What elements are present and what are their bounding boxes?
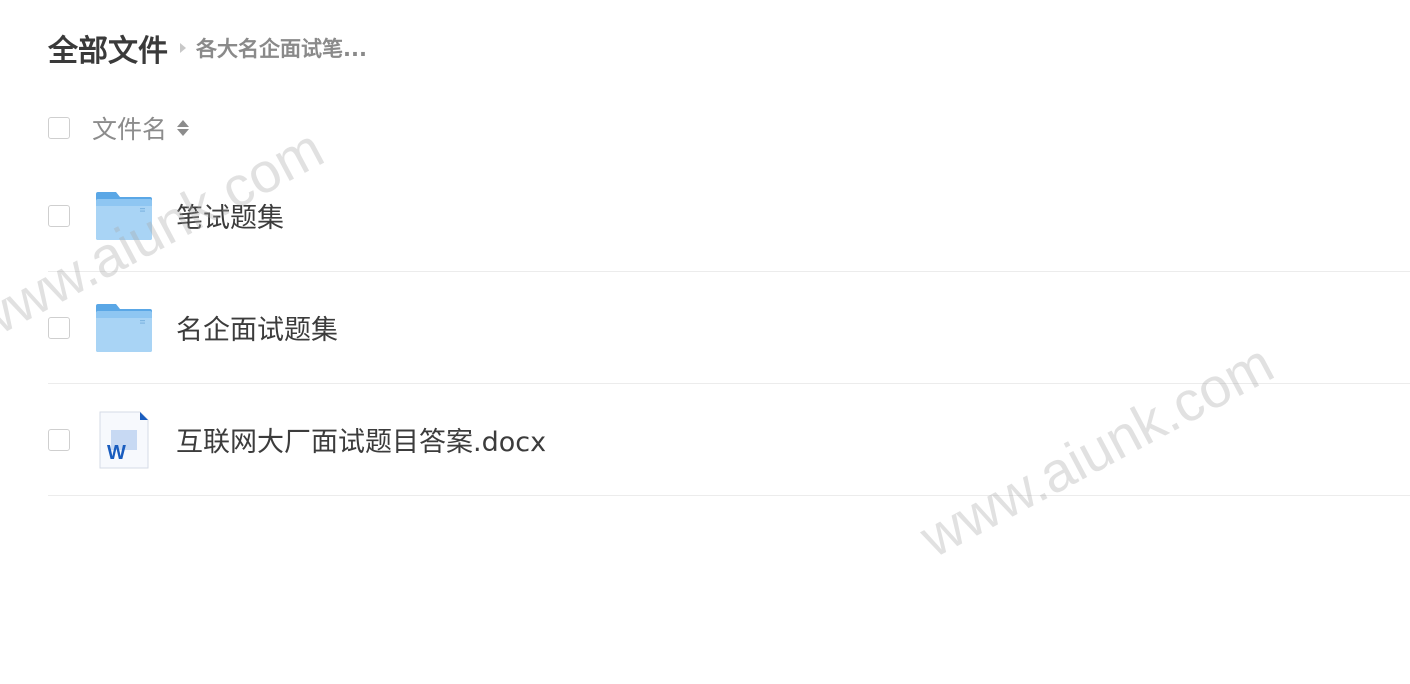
row-checkbox[interactable] bbox=[48, 428, 70, 451]
sort-icon[interactable] bbox=[177, 120, 190, 136]
file-name[interactable]: 名企面试题集 bbox=[176, 308, 338, 347]
breadcrumb-root[interactable]: 全部文件 bbox=[48, 26, 168, 70]
list-header: 文件名 bbox=[48, 108, 190, 148]
select-all-checkbox[interactable] bbox=[48, 117, 70, 139]
word-doc-icon: W bbox=[99, 411, 149, 468]
file-list: 笔试题集 名企面试题集 W 互联网大厂面试题目答案.docx bbox=[48, 160, 1410, 496]
file-name[interactable]: 互联网大厂面试题目答案.docx bbox=[176, 420, 546, 459]
breadcrumb-current: 各大名企面试笔... bbox=[196, 37, 367, 61]
file-row[interactable]: 名企面试题集 bbox=[48, 272, 1410, 384]
row-checkbox[interactable] bbox=[48, 316, 70, 339]
breadcrumb: 全部文件 各大名企面试笔... bbox=[48, 26, 367, 70]
folder-icon bbox=[96, 303, 152, 352]
row-checkbox[interactable] bbox=[48, 204, 70, 227]
file-row[interactable]: 笔试题集 bbox=[48, 160, 1410, 272]
column-header-filename[interactable]: 文件名 bbox=[92, 110, 167, 146]
file-name[interactable]: 笔试题集 bbox=[176, 196, 284, 235]
folder-icon bbox=[96, 191, 152, 240]
file-row[interactable]: W 互联网大厂面试题目答案.docx bbox=[48, 384, 1410, 496]
svg-text:W: W bbox=[107, 442, 126, 464]
file-browser: 全部文件 各大名企面试笔... 文件名 笔试题集 名企面试题集 W 互联网大厂面… bbox=[0, 0, 1410, 684]
breadcrumb-separator-icon bbox=[180, 43, 186, 53]
